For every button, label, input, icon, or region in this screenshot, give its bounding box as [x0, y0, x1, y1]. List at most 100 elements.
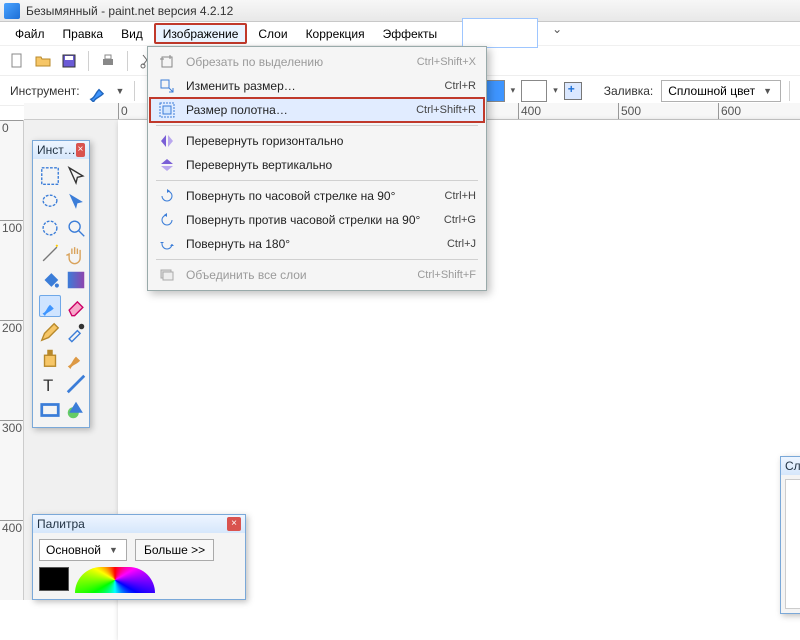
menu-item-label: Размер полотна…: [186, 103, 406, 117]
palette-panel[interactable]: Палитра × Основной ▼ Больше >>: [32, 514, 246, 600]
tool-ellipse-select[interactable]: [39, 217, 61, 239]
crop-icon: [158, 53, 176, 71]
thumbnail-dropdown-icon[interactable]: ⌄: [546, 22, 568, 45]
ruler-vertical: 0 100 200 300 400: [0, 120, 24, 600]
tools-panel[interactable]: Инст… × T: [32, 140, 90, 428]
current-color-swatch[interactable]: [39, 567, 69, 591]
menu-effects[interactable]: Эффекты: [374, 22, 447, 45]
layers-panel-title-bar[interactable]: Сло…: [781, 457, 800, 475]
menu-separator: [156, 180, 478, 181]
chevron-down-icon: ▼: [107, 545, 120, 555]
tool-clone[interactable]: [39, 347, 61, 369]
blend-mode-icon[interactable]: [564, 82, 582, 100]
instrument-label: Инструмент:: [6, 84, 84, 98]
menu-item-flip-v[interactable]: Перевернуть вертикально: [150, 153, 484, 177]
menu-item-shortcut: Ctrl+G: [444, 214, 476, 226]
tool-zoom[interactable]: [65, 217, 87, 239]
flip-v-icon: [158, 156, 176, 174]
color-wheel[interactable]: [75, 567, 155, 593]
palette-more-label: Больше >>: [144, 543, 205, 557]
tools-panel-title-bar[interactable]: Инст… ×: [33, 141, 89, 159]
tool-text[interactable]: T: [39, 373, 61, 395]
close-icon[interactable]: ×: [76, 143, 85, 157]
menu-item-shortcut: Ctrl+H: [445, 190, 476, 202]
color-swatch-secondary[interactable]: [521, 80, 547, 102]
new-file-icon[interactable]: [6, 50, 28, 72]
tool-magic-wand[interactable]: [39, 243, 61, 265]
menu-layers[interactable]: Слои: [249, 22, 296, 45]
close-icon[interactable]: ×: [227, 517, 241, 531]
image-menu-dropdown: Обрезать по выделению Ctrl+Shift+X Измен…: [147, 46, 487, 291]
tool-pencil[interactable]: [39, 321, 61, 343]
menu-item-label: Перевернуть вертикально: [186, 158, 466, 172]
menu-edit[interactable]: Правка: [54, 22, 113, 45]
canvas-icon: [158, 101, 176, 119]
tool-brush-icon[interactable]: [88, 80, 110, 102]
tool-move-pixels[interactable]: [65, 191, 87, 213]
fill-mode-value: Сплошной цвет: [668, 84, 755, 98]
layers-panel[interactable]: Сло…: [780, 456, 800, 614]
menu-item-shortcut: Ctrl+R: [445, 80, 476, 92]
palette-more-button[interactable]: Больше >>: [135, 539, 214, 561]
fill-dropdown-icon: ▼: [761, 86, 774, 96]
resize-icon: [158, 77, 176, 95]
menu-item-flatten: Объединить все слои Ctrl+Shift+F: [150, 263, 484, 287]
ruler-tick: 0: [118, 103, 128, 120]
ruler-tick: 200: [0, 320, 23, 335]
ruler-tick: 600: [718, 103, 741, 120]
menu-item-rot-ccw[interactable]: Повернуть против часовой стрелки на 90° …: [150, 208, 484, 232]
menu-separator: [156, 259, 478, 260]
separator: [134, 81, 135, 101]
menu-item-canvas[interactable]: Размер полотна… Ctrl+Shift+R: [150, 98, 484, 122]
rot-180-icon: [158, 235, 176, 253]
tool-shapes[interactable]: [65, 399, 87, 421]
tool-lasso[interactable]: [39, 191, 61, 213]
ruler-tick: 300: [0, 420, 23, 435]
rot-cw-icon: [158, 187, 176, 205]
layers-panel-title: Сло…: [785, 459, 800, 473]
tool-color-picker[interactable]: [65, 321, 87, 343]
layers-list[interactable]: [785, 479, 800, 609]
save-icon[interactable]: [58, 50, 80, 72]
menu-item-label: Объединить все слои: [186, 268, 407, 282]
menu-item-label: Повернуть на 180°: [186, 237, 437, 251]
tools-panel-title: Инст…: [37, 143, 76, 157]
menu-item-rot-cw[interactable]: Повернуть по часовой стрелке на 90° Ctrl…: [150, 184, 484, 208]
open-file-icon[interactable]: [32, 50, 54, 72]
menu-separator: [156, 125, 478, 126]
palette-color-select[interactable]: Основной ▼: [39, 539, 127, 561]
print-icon[interactable]: [97, 50, 119, 72]
tool-recolor[interactable]: [65, 347, 87, 369]
menu-bar: Файл Правка Вид Изображение Слои Коррекц…: [0, 22, 800, 46]
tool-move-selection[interactable]: [65, 165, 87, 187]
tool-paintbrush[interactable]: [39, 295, 61, 317]
tool-rectangle[interactable]: [39, 399, 61, 421]
tool-gradient[interactable]: [65, 269, 87, 291]
tool-line[interactable]: [65, 373, 87, 395]
menu-item-label: Изменить размер…: [186, 79, 435, 93]
menu-item-shortcut: Ctrl+Shift+R: [416, 104, 476, 116]
menu-item-label: Перевернуть горизонтально: [186, 134, 466, 148]
tool-eraser[interactable]: [65, 295, 87, 317]
swatch1-dropdown-icon[interactable]: ▾: [509, 85, 518, 96]
fill-label: Заливка:: [600, 84, 658, 98]
swatch2-dropdown-icon[interactable]: ▾: [551, 85, 560, 96]
palette-panel-title-bar[interactable]: Палитра ×: [33, 515, 245, 533]
menu-image[interactable]: Изображение: [154, 23, 248, 44]
menu-item-resize[interactable]: Изменить размер… Ctrl+R: [150, 74, 484, 98]
menu-file[interactable]: Файл: [6, 22, 54, 45]
document-thumbnail[interactable]: [462, 18, 538, 48]
menu-item-rot-180[interactable]: Повернуть на 180° Ctrl+J: [150, 232, 484, 256]
tool-rect-select[interactable]: [39, 165, 61, 187]
ruler-tick: 100: [0, 220, 23, 235]
fill-mode-select[interactable]: Сплошной цвет ▼: [661, 80, 781, 102]
menu-view[interactable]: Вид: [112, 22, 152, 45]
palette-color-select-label: Основной: [46, 543, 101, 557]
menu-item-shortcut: Ctrl+Shift+F: [417, 269, 476, 281]
menu-item-flip-h[interactable]: Перевернуть горизонтально: [150, 129, 484, 153]
tool-dropdown-icon[interactable]: ▼: [114, 86, 127, 96]
tool-pan[interactable]: [65, 243, 87, 265]
tool-bucket[interactable]: [39, 269, 61, 291]
menu-adjust[interactable]: Коррекция: [297, 22, 374, 45]
ruler-tick: 0: [0, 120, 23, 135]
